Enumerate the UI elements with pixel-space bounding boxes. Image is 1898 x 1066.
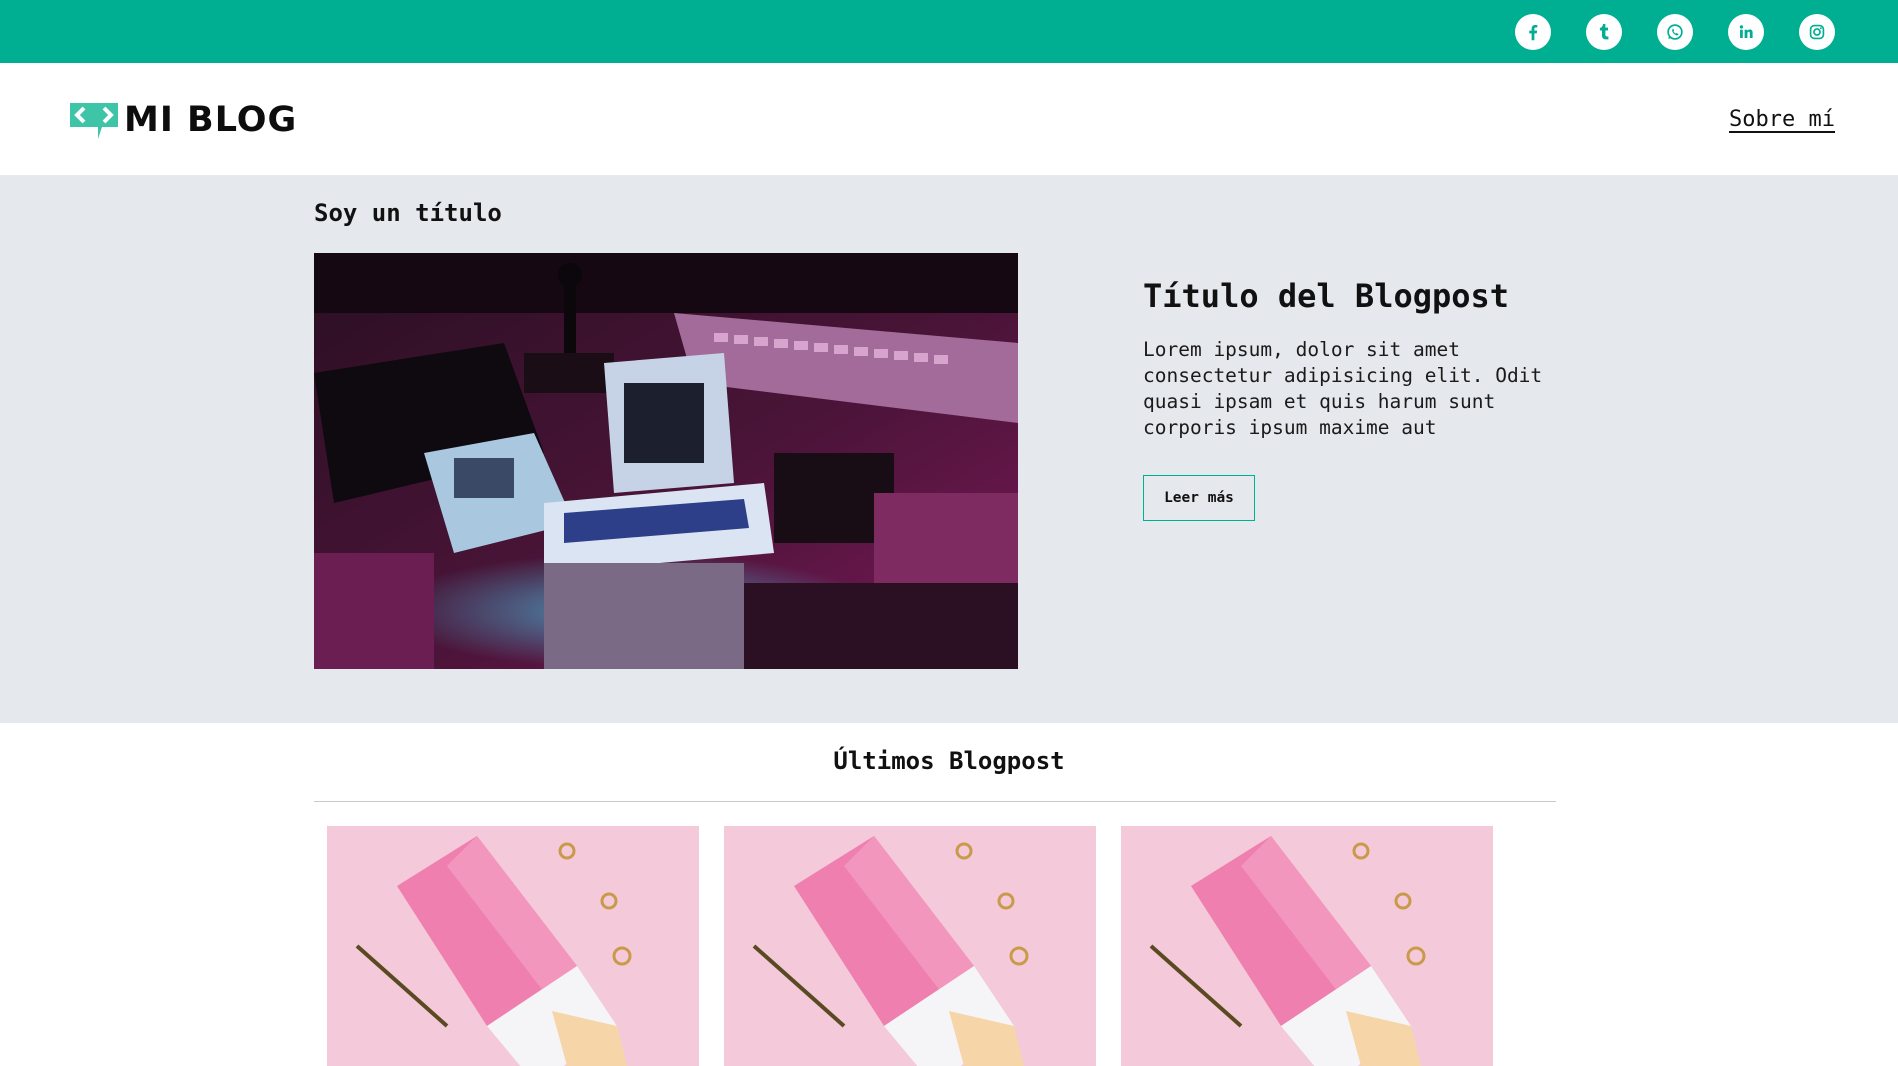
nav-link-about[interactable]: Sobre mí: [1729, 107, 1835, 132]
hero-section: Soy un título Título del Blogpost Lorem …: [0, 175, 1898, 723]
instagram-icon[interactable]: [1799, 14, 1835, 50]
linkedin-icon[interactable]: [1728, 14, 1764, 50]
post-title: Título del Blogpost: [1143, 277, 1510, 315]
post-card-image[interactable]: [327, 826, 699, 1066]
read-more-button[interactable]: Leer más: [1143, 475, 1255, 521]
facebook-icon[interactable]: [1515, 14, 1551, 50]
latest-posts-title: Últimos Blogpost: [833, 747, 1065, 775]
social-bar: [0, 0, 1898, 63]
post-card-image[interactable]: [724, 826, 1096, 1066]
code-bubble-logo-icon: [70, 103, 118, 139]
whatsapp-icon[interactable]: [1657, 14, 1693, 50]
site-header: MI BLOG Sobre mí: [0, 63, 1898, 175]
latest-posts-list: [327, 826, 1493, 1066]
post-excerpt: Lorem ipsum, dolor sit amet consectetur …: [1143, 338, 1543, 439]
social-links: [1515, 14, 1835, 50]
featured-image[interactable]: [314, 253, 1018, 669]
logo-text: MI BLOG: [124, 100, 298, 140]
tumblr-icon[interactable]: [1586, 14, 1622, 50]
logo[interactable]: MI BLOG: [68, 99, 297, 141]
section-divider: [314, 801, 1556, 802]
post-card-image[interactable]: [1121, 826, 1493, 1066]
hero-section-title: Soy un título: [314, 199, 502, 227]
featured-post: Título del Blogpost Lorem ipsum, dolor s…: [1143, 277, 1563, 521]
